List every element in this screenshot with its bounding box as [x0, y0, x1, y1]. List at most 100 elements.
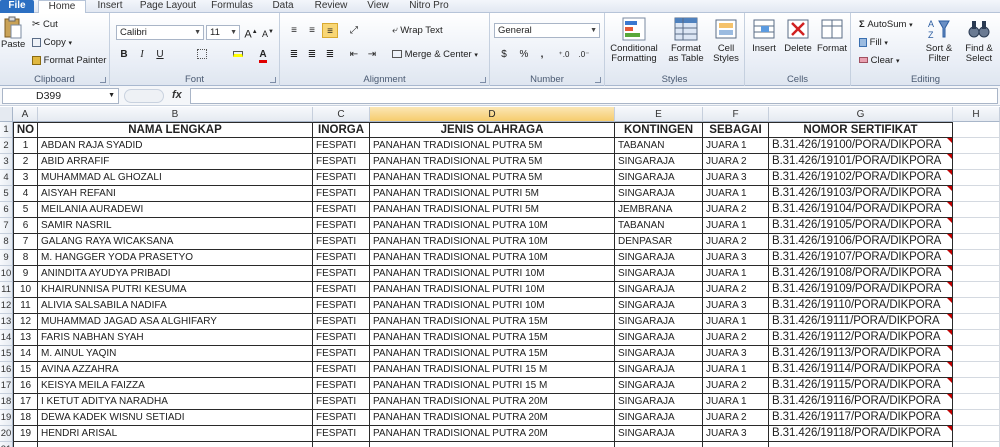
table-cell[interactable]: B.31.426/19117/PORA/DIKPORA [769, 410, 953, 426]
table-cell[interactable]: B.31.426/19101/PORA/DIKPORA [769, 154, 953, 170]
empty-cell[interactable] [953, 234, 1000, 250]
table-cell[interactable]: JUARA 3 [703, 426, 769, 442]
table-cell[interactable]: 14 [13, 346, 38, 362]
table-cell[interactable]: MUHAMMAD JAGAD ASA ALGHIFARY [38, 314, 313, 330]
tab-page-layout[interactable]: Page Layout [136, 0, 200, 13]
table-cell[interactable]: FESPATI [313, 282, 370, 298]
empty-cell[interactable] [953, 186, 1000, 202]
font-color-button[interactable]: A [255, 47, 271, 63]
table-cell[interactable]: FESPATI [313, 330, 370, 346]
table-cell[interactable]: MEILANIA AURADEWI [38, 202, 313, 218]
table-cell[interactable]: FESPATI [313, 234, 370, 250]
tab-data[interactable]: Data [264, 0, 302, 13]
table-cell[interactable]: PANAHAN TRADISIONAL PUTRI 5M [370, 202, 615, 218]
table-cell[interactable]: 19 [13, 426, 38, 442]
column-header-d[interactable]: D [370, 107, 615, 122]
row-header[interactable]: 8 [0, 234, 13, 250]
row-header[interactable]: 1 [0, 122, 13, 138]
empty-cell[interactable] [953, 202, 1000, 218]
empty-cell[interactable] [953, 266, 1000, 282]
row-header[interactable]: 19 [0, 410, 13, 426]
table-cell[interactable]: JUARA 1 [703, 218, 769, 234]
table-header-cell[interactable]: NO [13, 122, 38, 138]
table-cell[interactable]: FESPATI [313, 250, 370, 266]
table-cell[interactable]: FESPATI [313, 362, 370, 378]
table-cell[interactable]: PANAHAN TRADISIONAL PUTRA 20M [370, 426, 615, 442]
table-cell[interactable]: 3 [13, 170, 38, 186]
table-cell[interactable]: JUARA 2 [703, 234, 769, 250]
table-cell[interactable]: SINGARAJA [615, 394, 703, 410]
align-middle-button[interactable]: ≡ [304, 23, 320, 38]
row-header[interactable]: 12 [0, 298, 13, 314]
tab-view[interactable]: View [360, 0, 396, 13]
empty-cell[interactable] [953, 394, 1000, 410]
row-header[interactable]: 3 [0, 154, 13, 170]
row-header[interactable]: 2 [0, 138, 13, 154]
table-cell[interactable]: B.31.426/19109/PORA/DIKPORA [769, 282, 953, 298]
table-cell[interactable]: MUHAMMAD AL GHOZALI [38, 170, 313, 186]
empty-cell[interactable] [953, 218, 1000, 234]
table-header-cell[interactable]: INORGA [313, 122, 370, 138]
table-cell[interactable]: KHAIRUNNISA PUTRI KESUMA [38, 282, 313, 298]
row-header[interactable]: 6 [0, 202, 13, 218]
number-format-combo[interactable]: General ▼ [494, 23, 600, 38]
table-cell[interactable]: JUARA 1 [703, 266, 769, 282]
table-header-cell[interactable]: NOMOR SERTIFIKAT [769, 122, 953, 138]
table-cell[interactable]: PANAHAN TRADISIONAL PUTRA 20M [370, 410, 615, 426]
copy-button[interactable]: Copy ▾ [32, 37, 72, 49]
table-cell[interactable]: JUARA 2 [703, 410, 769, 426]
table-cell[interactable]: JUARA 1 [703, 186, 769, 202]
comma-button[interactable]: , [534, 47, 550, 62]
table-cell[interactable]: M. HANGGER YODA PRASETYO [38, 250, 313, 266]
insert-function-button[interactable]: fx [172, 89, 182, 101]
empty-cell[interactable] [953, 442, 1000, 447]
table-cell[interactable]: 5 [13, 202, 38, 218]
table-cell[interactable]: B.31.426/19115/PORA/DIKPORA [769, 378, 953, 394]
table-cell[interactable]: B.31.426/19106/PORA/DIKPORA [769, 234, 953, 250]
table-header-cell[interactable]: SEBAGAI [703, 122, 769, 138]
table-cell[interactable]: PANAHAN TRADISIONAL PUTRI 15 M [370, 362, 615, 378]
empty-cell[interactable] [953, 282, 1000, 298]
table-cell[interactable]: SINGARAJA [615, 170, 703, 186]
row-header[interactable]: 7 [0, 218, 13, 234]
table-cell[interactable]: JUARA 2 [703, 330, 769, 346]
tab-insert[interactable]: Insert [90, 0, 130, 13]
shrink-font-button[interactable]: A▼ [260, 25, 276, 40]
table-cell[interactable]: SINGARAJA [615, 186, 703, 202]
table-cell[interactable]: B.31.426/19107/PORA/DIKPORA [769, 250, 953, 266]
table-cell[interactable]: 1 [13, 138, 38, 154]
table-cell[interactable]: FESPATI [313, 218, 370, 234]
clipboard-launcher-icon[interactable] [100, 77, 106, 83]
increase-decimal-button[interactable]: ⁺.0 [556, 47, 572, 62]
table-cell[interactable]: SINGARAJA [615, 298, 703, 314]
table-cell[interactable] [615, 442, 703, 447]
table-cell[interactable]: B.31.426/19110/PORA/DIKPORA [769, 298, 953, 314]
table-cell[interactable]: PANAHAN TRADISIONAL PUTRA 5M [370, 154, 615, 170]
table-cell[interactable]: PANAHAN TRADISIONAL PUTRA 15M [370, 314, 615, 330]
row-header[interactable]: 15 [0, 346, 13, 362]
table-cell[interactable] [769, 442, 953, 447]
increase-indent-button[interactable]: ⇥ [364, 47, 380, 62]
column-header-f[interactable]: F [703, 107, 769, 122]
insert-cells-button[interactable]: Insert [747, 17, 781, 54]
table-cell[interactable] [313, 442, 370, 447]
table-cell[interactable]: FESPATI [313, 266, 370, 282]
table-cell[interactable]: B.31.426/19113/PORA/DIKPORA [769, 346, 953, 362]
table-cell[interactable]: JUARA 2 [703, 282, 769, 298]
table-cell[interactable]: SINGARAJA [615, 362, 703, 378]
row-header[interactable]: 5 [0, 186, 13, 202]
font-name-combo[interactable]: Calibri ▼ [116, 25, 204, 40]
table-cell[interactable]: JUARA 2 [703, 202, 769, 218]
table-cell[interactable]: JEMBRANA [615, 202, 703, 218]
table-cell[interactable]: SINGARAJA [615, 282, 703, 298]
table-cell[interactable]: GALANG RAYA WICAKSANA [38, 234, 313, 250]
table-header-cell[interactable]: JENIS OLAHRAGA [370, 122, 615, 138]
table-cell[interactable] [13, 442, 38, 447]
table-cell[interactable]: PANAHAN TRADISIONAL PUTRI 15 M [370, 378, 615, 394]
column-header-e[interactable]: E [615, 107, 703, 122]
table-cell[interactable]: B.31.426/19108/PORA/DIKPORA [769, 266, 953, 282]
table-cell[interactable]: KEISYA MEILA FAIZZA [38, 378, 313, 394]
table-cell[interactable]: PANAHAN TRADISIONAL PUTRA 10M [370, 250, 615, 266]
table-cell[interactable]: FESPATI [313, 138, 370, 154]
table-cell[interactable]: PANAHAN TRADISIONAL PUTRA 15M [370, 346, 615, 362]
